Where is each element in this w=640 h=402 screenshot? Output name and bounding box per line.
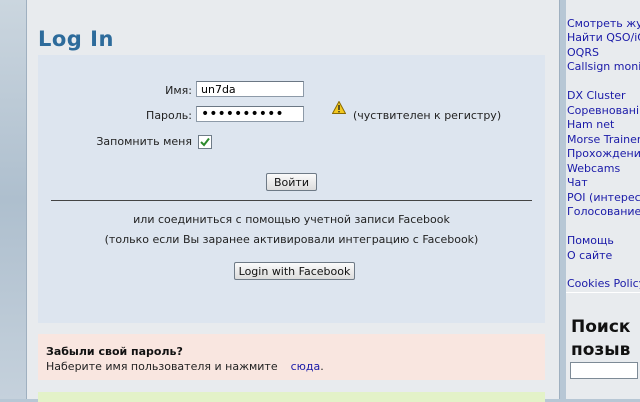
facebook-note: (только если Вы заранее активировали инт… [104, 233, 479, 246]
remember-label: Запомнить меня [96, 135, 192, 148]
forgot-password-box: Забыли свой пароль? Наберите имя пользов… [38, 334, 545, 380]
callsign-search-input[interactable] [570, 362, 638, 379]
forgot-link[interactable]: сюда [291, 360, 321, 373]
page-title: Log In [38, 27, 114, 51]
login-button[interactable]: Войти [266, 173, 317, 191]
warning-icon [331, 100, 347, 117]
facebook-text: или соединиться с помощью учетной записи… [133, 213, 450, 226]
forgot-heading: Забыли свой пароль? [46, 345, 183, 358]
forgot-instruction: Наберите имя пользователя и нажмите [46, 360, 278, 373]
password-label: Пароль: [146, 109, 192, 122]
sidebar-item-callsign-monitor[interactable]: Callsign monit [567, 60, 640, 73]
sidebar-item-dx-cluster[interactable]: DX Cluster [567, 89, 626, 102]
sidebar-item-propagation[interactable]: Прохождение [567, 147, 640, 160]
search-title-line1: Поиск [571, 317, 631, 337]
forgot-dot: . [320, 360, 324, 373]
sidebar-item-about[interactable]: О сайте [567, 249, 612, 262]
sidebar-item-webcams[interactable]: Webcams [567, 162, 620, 175]
sidebar-item-chat[interactable]: Чат [567, 176, 588, 189]
remember-checkbox[interactable] [198, 135, 212, 149]
next-section-box [38, 392, 545, 402]
check-icon [200, 137, 210, 147]
divider [51, 200, 532, 201]
sidebar-item-voting[interactable]: Голосование [567, 205, 640, 218]
sidebar-item-view-log[interactable]: Смотреть жур [567, 17, 640, 30]
sidebar-item-oqrs[interactable]: OQRS [567, 46, 599, 59]
sidebar-item-help[interactable]: Помощь [567, 234, 614, 247]
sidebar-item-morse-trainer[interactable]: Morse Trainer [567, 133, 640, 146]
sidebar-item-ham-net[interactable]: Ham net [567, 118, 614, 131]
sidebar-item-cookies[interactable]: Cookies Policy [567, 277, 640, 290]
forgot-text: Наберите имя пользователя и нажмите сюда… [46, 360, 324, 373]
search-title-line2: позыв [571, 340, 631, 360]
sidebar-divider [566, 292, 640, 293]
username-label: Имя: [165, 84, 192, 97]
username-input[interactable]: un7da [196, 81, 304, 97]
login-with-facebook-button[interactable]: Login with Facebook [234, 262, 355, 280]
sidebar-item-contests[interactable]: Соревновані [567, 104, 639, 117]
sidebar-item-poi[interactable]: POI (интерес [567, 191, 640, 204]
case-sensitive-note: (чуствителен к регистру) [353, 109, 502, 122]
password-input[interactable]: •••••••••• [196, 106, 304, 122]
sidebar-item-find-qso[interactable]: Найти QSO/iQ [567, 31, 640, 44]
